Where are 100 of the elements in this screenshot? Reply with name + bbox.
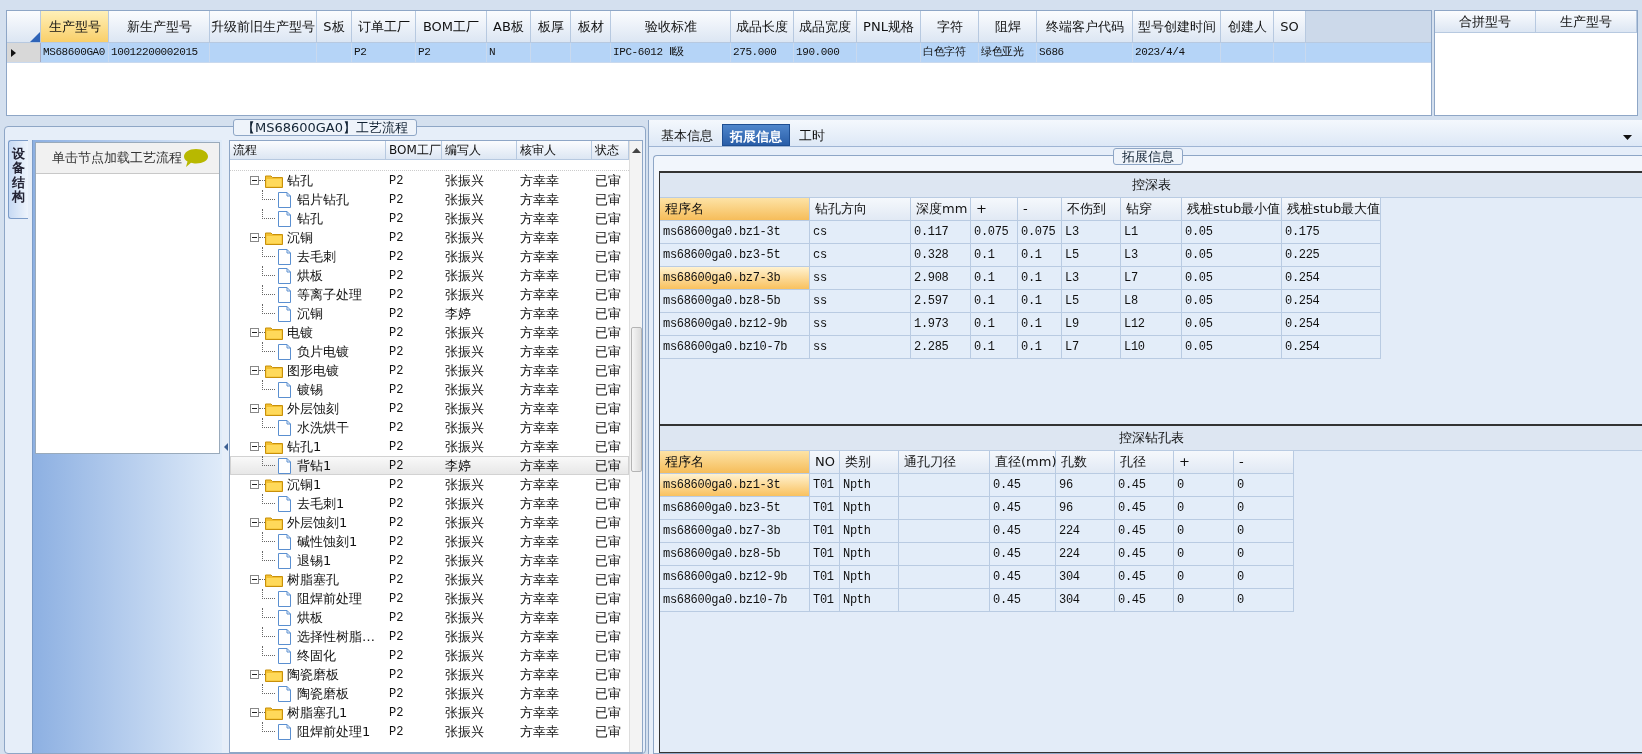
side-tab[interactable]: 设备结构 bbox=[8, 140, 28, 220]
table-row[interactable]: MS68600GA0 10012200002015 P2 P2 N IPC-6012 Ⅱ级 275.000 190.000 白色字符 绿色亚光 S686 2023/4/4 bbox=[7, 43, 1431, 63]
minus-box-icon[interactable] bbox=[250, 708, 259, 717]
table-cell: Npth bbox=[840, 520, 899, 543]
column-header[interactable]: 孔数 bbox=[1056, 451, 1115, 474]
minus-box-icon[interactable] bbox=[250, 176, 259, 185]
tree-row[interactable]: 退锡1 P2 张振兴 方幸幸 已审 bbox=[230, 551, 629, 570]
tree-row[interactable]: 陶瓷磨板 P2 张振兴 方幸幸 已审 bbox=[230, 665, 629, 684]
column-header[interactable]: 创建人 bbox=[1221, 11, 1274, 43]
tree-row[interactable]: 烘板 P2 张振兴 方幸幸 已审 bbox=[230, 266, 629, 285]
minus-box-icon[interactable] bbox=[250, 575, 259, 584]
column-header[interactable]: 残桩stub最大值 bbox=[1282, 198, 1381, 221]
tree-row[interactable]: 陶瓷磨板 P2 张振兴 方幸幸 已审 bbox=[230, 684, 629, 703]
tree-node-label: 电镀 bbox=[287, 323, 313, 342]
tree-row[interactable]: 等离子处理 P2 张振兴 方幸幸 已审 bbox=[230, 285, 629, 304]
tree-row[interactable]: 负片电镀 P2 张振兴 方幸幸 已审 bbox=[230, 342, 629, 361]
tree-row[interactable]: 钻孔 P2 张振兴 方幸幸 已审 bbox=[230, 171, 629, 190]
column-header[interactable]: NO bbox=[810, 451, 840, 474]
column-header[interactable]: AB板 bbox=[487, 11, 531, 43]
tree-row[interactable]: 水洗烘干 P2 张振兴 方幸幸 已审 bbox=[230, 418, 629, 437]
tree-row[interactable]: 沉铜 P2 张振兴 方幸幸 已审 bbox=[230, 228, 629, 247]
tree-row[interactable]: 电镀 P2 张振兴 方幸幸 已审 bbox=[230, 323, 629, 342]
collapse-arrow-icon[interactable] bbox=[223, 442, 228, 451]
tree-row[interactable]: 烘板 P2 张振兴 方幸幸 已审 bbox=[230, 608, 629, 627]
column-header[interactable]: 成品长度 bbox=[731, 11, 794, 43]
tree-row[interactable]: 沉铜 P2 李婷 方幸幸 已审 bbox=[230, 304, 629, 323]
column-header[interactable]: + bbox=[1174, 451, 1234, 474]
minus-box-icon[interactable] bbox=[250, 442, 259, 451]
table-cell: ss bbox=[810, 290, 911, 313]
column-header[interactable]: 通孔刀径 bbox=[899, 451, 990, 474]
minus-box-icon[interactable] bbox=[250, 404, 259, 413]
tree-row[interactable]: 选择性树脂… P2 张振兴 方幸幸 已审 bbox=[230, 627, 629, 646]
minus-box-icon[interactable] bbox=[250, 670, 259, 679]
column-header[interactable]: 板材 bbox=[571, 11, 611, 43]
column-header[interactable]: 直径(mm) bbox=[990, 451, 1056, 474]
column-header[interactable]: 不伤到 bbox=[1062, 198, 1121, 221]
column-header[interactable]: S板 bbox=[317, 11, 352, 43]
column-header[interactable]: 型号创建时间 bbox=[1133, 11, 1221, 43]
tree-row[interactable]: 图形电镀 P2 张振兴 方幸幸 已审 bbox=[230, 361, 629, 380]
table-cell: 0.45 bbox=[1115, 543, 1174, 566]
column-header[interactable]: 钻穿 bbox=[1121, 198, 1182, 221]
column-header[interactable]: BOM工厂 bbox=[416, 11, 487, 43]
tree-row[interactable]: 背钻1 P2 李婷 方幸幸 已审 bbox=[230, 456, 629, 475]
tree-row[interactable]: 阻焊前处理 P2 张振兴 方幸幸 已审 bbox=[230, 589, 629, 608]
tab[interactable]: 基本信息 bbox=[654, 124, 720, 146]
column-header[interactable]: 核审人 bbox=[517, 141, 592, 159]
column-header[interactable]: 流程 bbox=[230, 141, 386, 159]
minus-box-icon[interactable] bbox=[250, 480, 259, 489]
column-header[interactable]: - bbox=[1018, 198, 1062, 221]
tab[interactable]: 工时 bbox=[792, 124, 832, 146]
minus-box-icon[interactable] bbox=[250, 366, 259, 375]
column-header[interactable]: 钻孔方向 bbox=[810, 198, 911, 221]
column-header[interactable]: 验收标准 bbox=[611, 11, 731, 43]
column-header[interactable]: 字符 bbox=[921, 11, 979, 43]
column-header[interactable]: 深度mm bbox=[911, 198, 971, 221]
column-header[interactable]: 新生产型号 bbox=[109, 11, 210, 43]
tree-row[interactable]: 外层蚀刻1 P2 张振兴 方幸幸 已审 bbox=[230, 513, 629, 532]
tree-row[interactable]: 外层蚀刻 P2 张振兴 方幸幸 已审 bbox=[230, 399, 629, 418]
tab[interactable]: 拓展信息 bbox=[722, 124, 790, 146]
column-header[interactable]: 成品宽度 bbox=[794, 11, 857, 43]
column-header[interactable]: 生产型号 bbox=[1536, 11, 1637, 33]
tree-row[interactable]: 碱性蚀刻1 P2 张振兴 方幸幸 已审 bbox=[230, 532, 629, 551]
minus-box-icon[interactable] bbox=[250, 328, 259, 337]
column-header[interactable]: - bbox=[1234, 451, 1294, 474]
tree-row[interactable]: 阻焊前处理1 P2 张振兴 方幸幸 已审 bbox=[230, 722, 629, 741]
column-header[interactable]: 程序名 bbox=[660, 198, 810, 221]
tree-row[interactable]: 树脂塞孔1 P2 张振兴 方幸幸 已审 bbox=[230, 703, 629, 722]
column-header[interactable]: 终端客户代码 bbox=[1037, 11, 1133, 43]
scroll-up-arrow-icon[interactable] bbox=[632, 147, 641, 153]
tree-row[interactable]: 沉铜1 P2 张振兴 方幸幸 已审 bbox=[230, 475, 629, 494]
column-header[interactable]: PNL规格 bbox=[857, 11, 921, 43]
tree-row[interactable]: 钻孔 P2 张振兴 方幸幸 已审 bbox=[230, 209, 629, 228]
column-header[interactable]: 残桩stub最小值 bbox=[1182, 198, 1282, 221]
scrollbar-thumb[interactable] bbox=[631, 327, 642, 472]
caret-icon[interactable] bbox=[1623, 135, 1632, 140]
column-header[interactable]: SO bbox=[1274, 11, 1306, 43]
column-header[interactable]: 合拼型号 bbox=[1435, 11, 1536, 33]
tree-row[interactable]: 去毛刺 P2 张振兴 方幸幸 已审 bbox=[230, 247, 629, 266]
column-header[interactable]: BOM工厂 bbox=[386, 141, 442, 159]
tree-row[interactable]: 树脂塞孔 P2 张振兴 方幸幸 已审 bbox=[230, 570, 629, 589]
tree-row[interactable]: 终固化 P2 张振兴 方幸幸 已审 bbox=[230, 646, 629, 665]
column-header[interactable]: 订单工厂 bbox=[352, 11, 416, 43]
column-header[interactable]: 类别 bbox=[840, 451, 899, 474]
tree-row[interactable]: 铝片钻孔 P2 张振兴 方幸幸 已审 bbox=[230, 190, 629, 209]
tree-row[interactable]: 镀锡 P2 张振兴 方幸幸 已审 bbox=[230, 380, 629, 399]
column-header[interactable]: 板厚 bbox=[531, 11, 571, 43]
column-header[interactable]: 阻焊 bbox=[979, 11, 1037, 43]
column-header[interactable]: 升级前旧生产型号 bbox=[210, 11, 317, 43]
column-header[interactable]: 生产型号 bbox=[41, 11, 109, 43]
table-cell: L3 bbox=[1121, 244, 1182, 267]
column-header[interactable]: 编写人 bbox=[442, 141, 517, 159]
tree-row[interactable]: 去毛刺1 P2 张振兴 方幸幸 已审 bbox=[230, 494, 629, 513]
column-header[interactable]: 孔径 bbox=[1115, 451, 1174, 474]
minus-box-icon[interactable] bbox=[250, 233, 259, 242]
column-header[interactable]: + bbox=[971, 198, 1018, 221]
column-header[interactable]: 程序名 bbox=[660, 451, 810, 474]
tree-row[interactable]: 钻孔1 P2 张振兴 方幸幸 已审 bbox=[230, 437, 629, 456]
table-cell-text: P2 bbox=[388, 553, 405, 568]
minus-box-icon[interactable] bbox=[250, 518, 259, 527]
table-cell: Npth bbox=[840, 589, 899, 612]
